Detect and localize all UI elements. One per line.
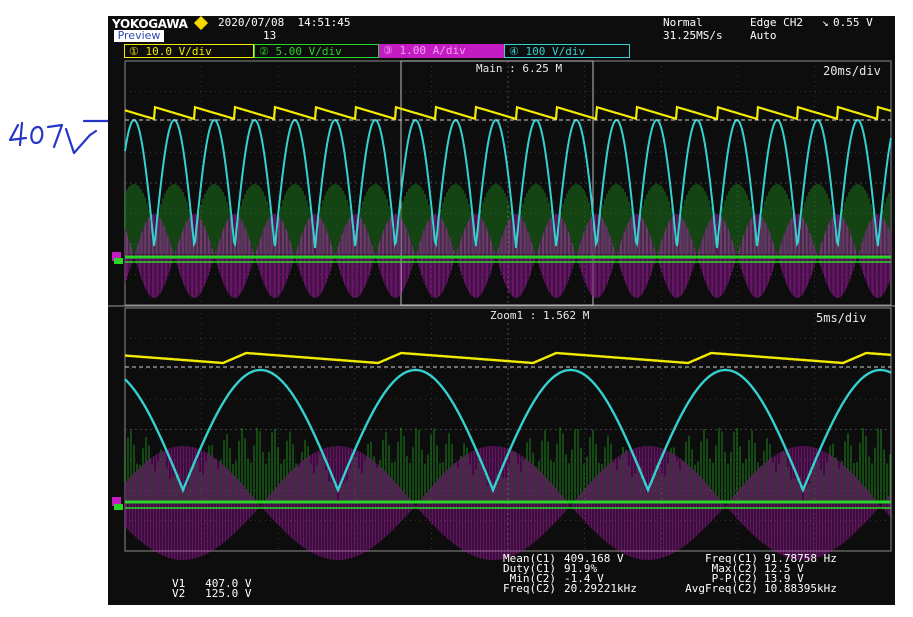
- sample-rate: 31.25MS/s: [663, 29, 723, 42]
- ch1-voltage-main: [124, 105, 892, 121]
- main-timebase: 20ms/div: [823, 64, 881, 78]
- channel-3-badge[interactable]: ③ 1.00 A/div: [379, 44, 504, 58]
- trigger-mode[interactable]: Normal: [663, 17, 703, 29]
- main-window-label: Main : 6.25 M: [476, 62, 563, 75]
- cursor-v2: V2 125.0 V: [172, 587, 252, 600]
- zoom-timebase: 5ms/div: [816, 311, 867, 325]
- channel-1-badge[interactable]: ① 10.0 V/div: [124, 44, 254, 58]
- measurement-panel: Mean(C1) 409.168 V Duty(C1) 91.9% Min(C2…: [458, 553, 878, 604]
- trigger-type[interactable]: Edge CH2: [750, 17, 803, 29]
- channel-4-badge[interactable]: ④ 100 V/div: [504, 44, 630, 58]
- meas-value: 10.88395kHz: [764, 582, 837, 595]
- trigger-auto[interactable]: Auto: [750, 30, 777, 42]
- ch4-voltage-main: [124, 118, 892, 249]
- zoom-window-label: Zoom1 : 1.562 M: [490, 309, 590, 322]
- ch2-ground-marker-zoom: [114, 504, 123, 510]
- ch2-ground-marker: [114, 258, 123, 264]
- oscilloscope-screen: YOKOGAWA Preview 2020/07/08 14:51:45 13 …: [108, 16, 895, 605]
- preview-badge[interactable]: Preview: [114, 30, 164, 42]
- trigger-level: 0.55 V: [833, 16, 873, 29]
- meas-label: Freq(C2): [503, 582, 556, 595]
- trigger-falling-edge-icon: ↘: [822, 16, 829, 29]
- channel-2-badge[interactable]: ② 5.00 V/div: [254, 44, 379, 58]
- acquisition-count: 13: [263, 29, 277, 42]
- meas-label: AvgFreq(C2): [685, 582, 758, 595]
- date-time: 2020/07/08 14:51:45: [218, 16, 351, 29]
- meas-value: 20.29221kHz: [564, 582, 637, 595]
